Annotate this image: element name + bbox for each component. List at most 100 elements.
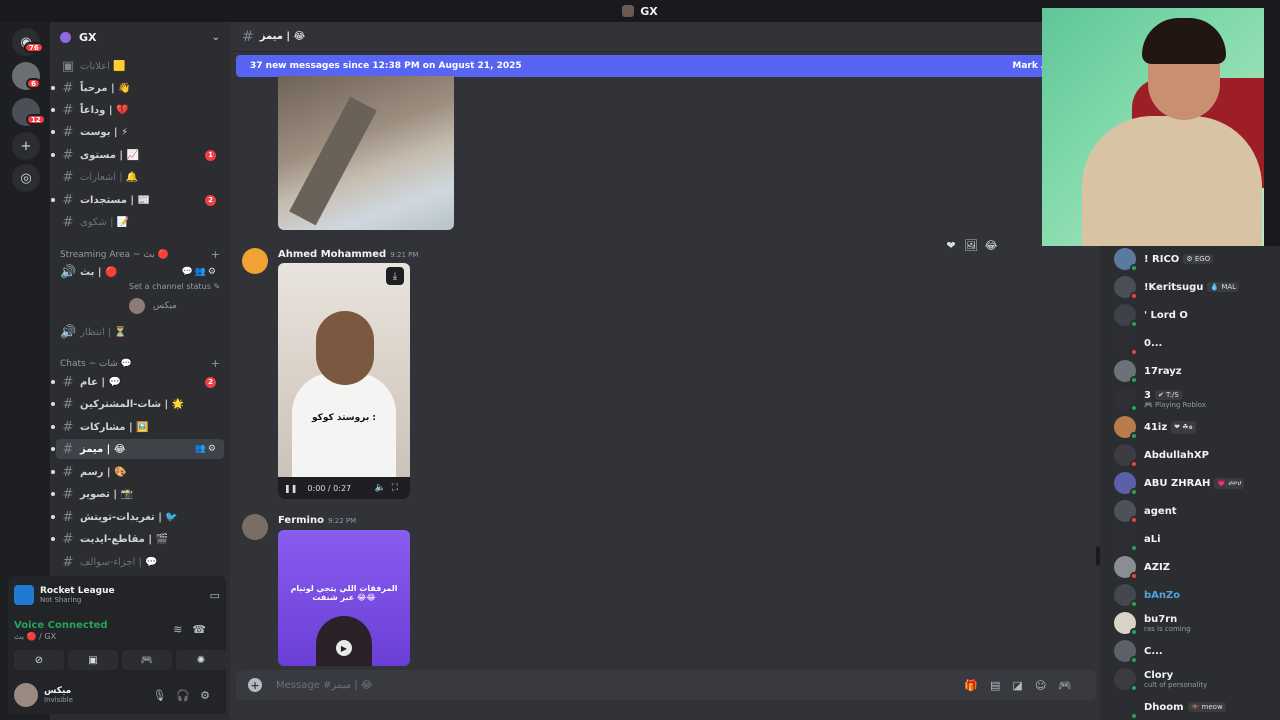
member-name: C... (1144, 645, 1163, 657)
channel-item[interactable]: # وداعاً | 💔 (51, 100, 224, 120)
soundboard-button[interactable]: ✺ (176, 650, 226, 670)
channel-item[interactable]: # شكوى | 📝 (56, 212, 224, 232)
voice-channel-tools[interactable]: 💬👥⚙ (182, 267, 218, 277)
channel-status[interactable]: Set a channel status ✎ (129, 282, 220, 291)
discover-icon[interactable]: ◎ (12, 164, 40, 192)
member-item[interactable]: bu7rn ras is coming (1114, 610, 1280, 636)
fullscreen-icon[interactable]: ⛶ (392, 483, 404, 493)
member-item[interactable]: Dhoom 🦇 meow (1114, 694, 1280, 720)
emoji-icon[interactable]: ☺ (1035, 679, 1058, 692)
channel-item-active[interactable]: # ميمز | 😂 👥⚙ (51, 439, 224, 459)
image-reaction[interactable]: 🖼 (964, 238, 978, 252)
member-item[interactable]: ! RICO ⚙ EGO (1114, 246, 1280, 272)
window-title: GX (640, 4, 658, 18)
member-item[interactable]: ' Lord O (1114, 302, 1280, 328)
server-header[interactable]: GX ⌄ (50, 22, 230, 52)
member-item[interactable]: ABU ZHRAH 💗 ሀሠሀ (1114, 470, 1280, 496)
message-input[interactable]: Message #ميمز | 😂 (276, 680, 373, 691)
new-messages-bar[interactable]: 37 new messages since 12:38 PM on August… (236, 55, 1096, 77)
channel-item[interactable]: # بوست | ⚡ (51, 122, 224, 142)
gift-icon[interactable]: 🎁 (964, 679, 990, 692)
volume-icon[interactable]: 🔈 (374, 483, 391, 493)
member-item[interactable]: AbdullahXP (1114, 442, 1280, 468)
channel-item[interactable]: # شات-المشتركين | 🌟 (51, 394, 224, 414)
channel-item[interactable]: # عام | 💬 2 (51, 372, 224, 392)
pause-icon[interactable]: ❚❚ (284, 484, 297, 493)
author-name[interactable]: Fermino (278, 515, 324, 526)
member-item[interactable]: bAnZo (1114, 582, 1280, 608)
channel-item[interactable]: ▣ اعلانات 🟨 (56, 56, 224, 76)
member-item[interactable]: 41iz ❤ ☘๑ (1114, 414, 1280, 440)
screen-share-icon[interactable]: ▭ (210, 589, 220, 602)
add-channel-icon[interactable]: + (211, 248, 220, 261)
microphone-icon[interactable]: 🎙 (152, 689, 176, 702)
member-item[interactable]: 0... (1114, 330, 1280, 356)
gear-icon[interactable]: ⚙ (200, 689, 220, 702)
download-icon[interactable]: ⤓ (386, 267, 404, 285)
heart-reaction[interactable]: ❤ (944, 238, 958, 252)
image-content (289, 96, 377, 226)
video-attachment[interactable]: بروستد كوكو : ⤓ ❚❚ 0:00 / 0:27 🔈⛶ (278, 263, 410, 499)
channel-item[interactable]: # مستوى | 📈 1 (51, 145, 224, 165)
channel-item[interactable]: # اجزاء-سوالف | 💬 (56, 552, 224, 572)
channel-item[interactable]: # مرحباً | 👋 (51, 78, 224, 98)
hash-icon: # (62, 124, 74, 140)
avatar[interactable] (242, 248, 268, 274)
attach-plus-icon[interactable]: + (248, 678, 262, 692)
member-name-row: 17rayz (1144, 366, 1182, 377)
attachment-image[interactable] (278, 76, 454, 230)
voice-channel-wait[interactable]: 🔊 انتظار | ⏳ (56, 322, 224, 342)
channel-item[interactable]: # رسم | 🎨 (51, 462, 224, 482)
add-server-icon[interactable]: + (12, 132, 40, 160)
member-item[interactable]: 17rayz (1114, 358, 1280, 384)
member-item[interactable]: C... (1114, 638, 1280, 664)
activity-game: Rocket League (40, 586, 115, 596)
voice-user[interactable]: ميكس (129, 298, 177, 314)
channel-item[interactable]: # تغريدات-تويتش | 🐦 (51, 507, 224, 527)
sticker-icon[interactable]: ◪ (1012, 679, 1034, 692)
message-header: Fermino 9:22 PM (278, 515, 356, 526)
activity-button[interactable]: 🎮 (122, 650, 172, 670)
screen-share-button[interactable]: ▣ (68, 650, 118, 670)
chevron-down-icon: ⌄ (211, 31, 220, 43)
hash-icon: # (242, 28, 254, 45)
member-item[interactable]: AZIZ (1114, 554, 1280, 580)
channel-item[interactable]: # مشاركات | 🖼️ (51, 417, 224, 437)
add-channel-icon[interactable]: + (211, 357, 220, 370)
mention-badge: 1 (205, 149, 216, 161)
member-item[interactable]: !Keritsugu 💧 MAL (1114, 274, 1280, 300)
category-streaming[interactable]: Streaming Area ~ بث 🔴 + (60, 248, 220, 261)
member-name-row: 0... (1144, 338, 1162, 349)
author-name[interactable]: Ahmed Mohammed (278, 249, 386, 260)
camera-off-button[interactable]: ⊘ (14, 650, 64, 670)
member-item[interactable]: agent (1114, 498, 1280, 524)
gif-icon[interactable]: ▤ (990, 679, 1012, 692)
apps-icon[interactable]: 🎮 (1058, 679, 1084, 692)
headphones-icon[interactable]: 🎧 (176, 689, 200, 702)
member-item[interactable]: aLi (1114, 526, 1280, 552)
voice-channel-live[interactable]: 🔊 بث | 🔴 💬👥⚙ (56, 262, 224, 282)
video-attachment[interactable]: المرفقات اللي يتجي لوتبام عبر شنفت 😂😂 ▶ (278, 530, 410, 666)
avatar[interactable] (242, 514, 268, 540)
webcam-content (1082, 116, 1262, 246)
member-name: !Keritsugu (1144, 281, 1204, 293)
avatar[interactable] (14, 683, 38, 707)
channel-item[interactable]: # مستجدات | 📰 2 (51, 190, 224, 210)
member-item[interactable]: 3 ✔ T:/S 🎮 Playing Roblox (1114, 386, 1280, 412)
member-info: Clory cult of personality (1144, 670, 1207, 689)
message-composer[interactable]: + Message #ميمز | 😂 🎁▤◪☺🎮 (236, 670, 1096, 700)
member-name-row: aLi (1144, 534, 1161, 545)
member-info: agent (1144, 506, 1177, 517)
channel-item[interactable]: # اشعارات | 🔔 (56, 167, 224, 187)
play-icon[interactable]: ▶ (336, 640, 352, 656)
member-activity: ras is coming (1144, 624, 1191, 633)
category-chats[interactable]: Chats ~ شات 💬 + (60, 357, 220, 370)
channel-item[interactable]: # تصوير | 📸 (51, 484, 224, 504)
laugh-reaction[interactable]: 😂 (984, 238, 998, 252)
status-dot (1130, 656, 1138, 664)
channel-item[interactable]: # مقاطع-ايديت | 🎬 (51, 529, 224, 549)
disconnect-icon[interactable]: ☎ (192, 623, 216, 636)
member-item[interactable]: Clory cult of personality (1114, 666, 1280, 692)
channel-tools[interactable]: 👥⚙ (195, 444, 218, 454)
noise-suppression-icon[interactable]: ≋ (173, 623, 192, 636)
